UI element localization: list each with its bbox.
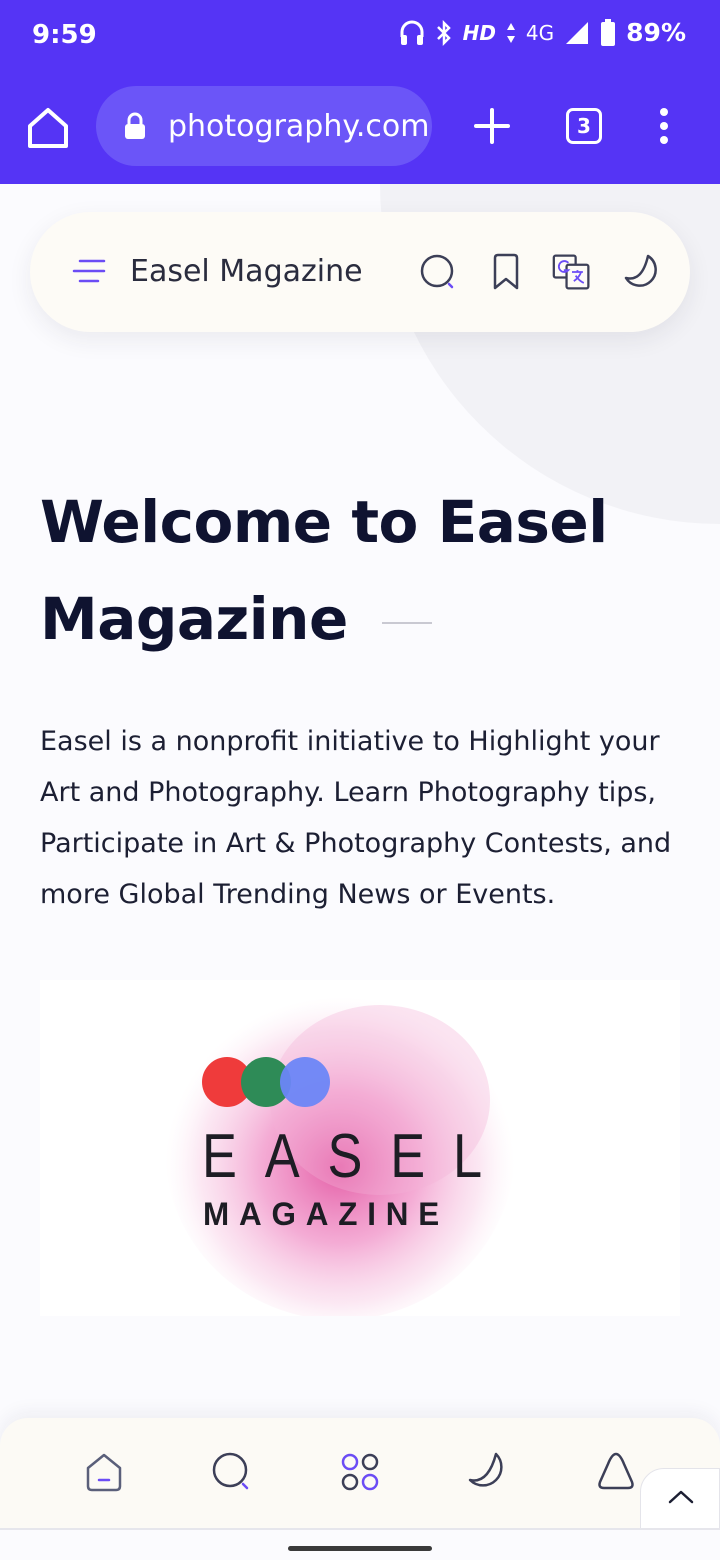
web-page: Easel Magazine Welcome to Easel Magazine… bbox=[0, 184, 720, 1560]
url-bar[interactable]: photography.com bbox=[96, 86, 432, 166]
bluetooth-icon bbox=[436, 19, 451, 46]
home-icon[interactable] bbox=[24, 106, 72, 150]
status-bar: 9:59 HD 4G 89% bbox=[0, 0, 720, 72]
magazine-logo: EASEL MAGAZINE bbox=[40, 980, 680, 1316]
tab-count: 3 bbox=[577, 114, 591, 138]
page-title: Welcome to Easel Magazine bbox=[40, 474, 680, 668]
chevron-up-icon bbox=[668, 1490, 694, 1504]
data-arrows-icon bbox=[506, 22, 515, 43]
headphones-icon bbox=[400, 20, 424, 45]
url-text: photography.com bbox=[168, 108, 430, 144]
gesture-area bbox=[0, 1528, 720, 1560]
bell-icon[interactable] bbox=[594, 1450, 638, 1494]
browser-toolbar: photography.com 3 bbox=[0, 72, 720, 184]
gesture-handle[interactable] bbox=[288, 1546, 432, 1551]
logo-subword: MAGAZINE bbox=[203, 1196, 449, 1232]
battery-percent: 89% bbox=[626, 18, 686, 47]
bottom-navigation bbox=[0, 1418, 720, 1528]
site-header: Easel Magazine bbox=[30, 212, 690, 332]
hd-label: HD bbox=[462, 20, 496, 45]
new-tab-button[interactable] bbox=[472, 106, 512, 146]
tab-switcher-button[interactable]: 3 bbox=[566, 108, 602, 144]
translate-icon[interactable] bbox=[552, 252, 592, 292]
logo-word: EASEL bbox=[202, 1122, 510, 1191]
apps-icon[interactable] bbox=[338, 1450, 382, 1494]
menu-icon[interactable] bbox=[72, 258, 106, 284]
status-time: 9:59 bbox=[32, 20, 97, 50]
moon-icon[interactable] bbox=[622, 252, 662, 292]
bookmark-icon[interactable] bbox=[486, 252, 526, 292]
scroll-to-top-button[interactable] bbox=[640, 1468, 720, 1530]
easel-logo-image: EASEL MAGAZINE bbox=[165, 980, 515, 1316]
status-icons: HD 4G 89% bbox=[399, 18, 686, 47]
search-icon[interactable] bbox=[418, 252, 458, 292]
page-title-text: Welcome to Easel Magazine bbox=[40, 488, 608, 653]
overflow-menu-icon[interactable] bbox=[650, 106, 678, 146]
search-icon[interactable] bbox=[210, 1450, 254, 1494]
site-name[interactable]: Easel Magazine bbox=[130, 254, 363, 289]
battery-icon bbox=[601, 18, 616, 46]
signal-icon bbox=[566, 21, 589, 44]
moon-icon[interactable] bbox=[466, 1450, 510, 1494]
lock-icon bbox=[125, 112, 145, 139]
intro-paragraph: Easel is a nonprofit initiative to Highl… bbox=[40, 726, 672, 910]
home-icon[interactable] bbox=[82, 1450, 126, 1494]
network-label: 4G bbox=[525, 20, 555, 45]
title-divider bbox=[381, 621, 432, 624]
logo-dot-blue bbox=[280, 1057, 330, 1107]
